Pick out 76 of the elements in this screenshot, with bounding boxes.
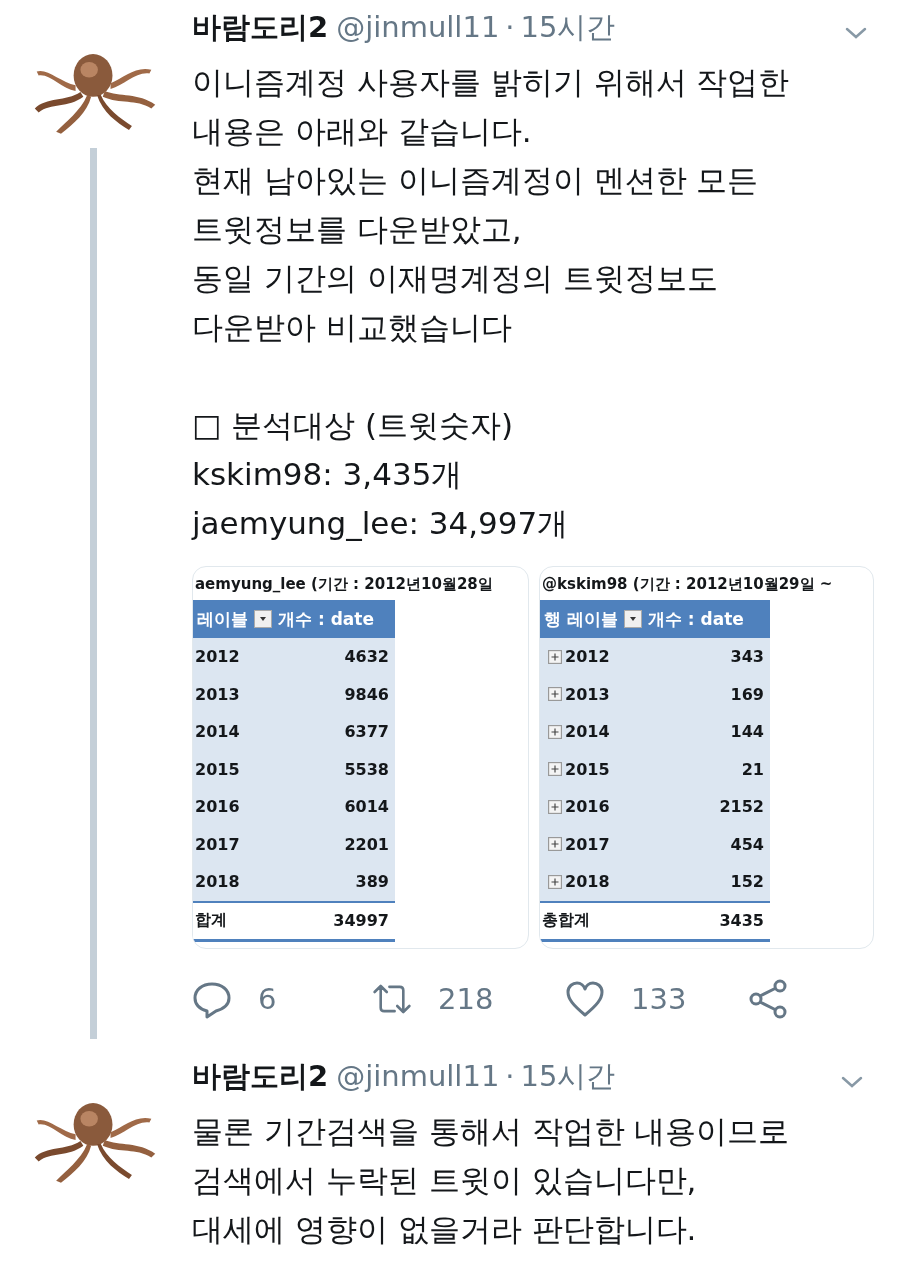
expand-icon[interactable] (548, 837, 562, 852)
tweet-time: 15시간 (520, 1058, 616, 1095)
table-title: aemyung_lee (기간 : 2012년10월28일 (194, 574, 494, 595)
tweet-text: kskim98: 3,435개 (192, 455, 464, 494)
expand-icon[interactable] (548, 724, 562, 739)
table-cell: 5538 (344, 759, 389, 779)
tweet-text: 내용은 아래와 같습니다. (192, 112, 533, 151)
separator-dot: · (505, 10, 515, 44)
tweet-text: 현재 남아있는 이니즘계정이 멘션한 모든 (192, 161, 760, 200)
table-cell: 4632 (344, 647, 389, 667)
image-card[interactable]: @kskim98 (기간 : 2012년10월29일 ~ 행 레이블 개수 : date 2012 343 2013 169 2014 144 2015 21 2016 2152 2017 454 2018 152 총합계 3435 (539, 566, 874, 949)
table-cell: 3435 (719, 911, 764, 930)
heart-icon[interactable] (565, 979, 605, 1019)
table-cell: 9846 (344, 684, 389, 704)
author-name[interactable]: 바람도리2 (192, 8, 329, 48)
expand-icon[interactable] (548, 687, 562, 702)
table-cell: 2014 (565, 722, 610, 742)
table-cell: 2152 (719, 797, 764, 817)
table-cell: 2013 (195, 684, 240, 704)
table-cell: 2018 (565, 872, 610, 892)
table-cell: 2013 (565, 684, 610, 704)
chevron-down-icon[interactable] (844, 26, 868, 40)
tweet-text: □ 분석대상 (트윗숫자) (192, 406, 515, 445)
table-cell: 총합계 (542, 910, 590, 931)
tweet-time: 15시간 (520, 9, 616, 46)
table-cell: 169 (730, 684, 764, 704)
table-cell: 2201 (344, 834, 389, 854)
table-cell: 34997 (333, 911, 389, 930)
table-cell: 21 (741, 759, 764, 779)
table-cell: 2016 (195, 797, 240, 817)
image-card[interactable]: aemyung_lee (기간 : 2012년10월28일 레이블 개수 : date 2012 4632 2013 9846 2014 6377 2015 5538 2016 6014 2017 2201 2018 389 합계 34997 (192, 566, 529, 949)
table-cell: 144 (730, 722, 764, 742)
tweet-text: 다운받아 비교했습니다 (192, 308, 513, 347)
table-cell: 2012 (565, 647, 610, 667)
table-cell: 6377 (344, 722, 389, 742)
table-cell: 2015 (565, 759, 610, 779)
table-cell: 343 (730, 647, 764, 667)
tweet-text: 트윗정보를 다운받았고, (192, 210, 523, 249)
table-cell: 6014 (344, 797, 389, 817)
separator-dot: · (505, 1059, 515, 1093)
chevron-down-icon[interactable] (840, 1075, 864, 1089)
share-icon[interactable] (748, 979, 788, 1019)
table-cell: 2016 (565, 797, 610, 817)
table-cell: 2017 (565, 834, 610, 854)
author-name[interactable]: 바람도리2 (192, 1057, 329, 1097)
expand-icon[interactable] (548, 874, 562, 889)
tweet-text: 대세에 영향이 없을거라 판단합니다. (192, 1210, 698, 1249)
table-cell: 2018 (195, 872, 240, 892)
table-cell: 2012 (195, 647, 240, 667)
column-header: 개수 : date (647, 607, 744, 631)
action-count: 6 (258, 982, 277, 1016)
tweet-text: 이니즘계정 사용자를 밝히기 위해서 작업한 (192, 63, 791, 102)
table-cell: 합계 (195, 910, 227, 931)
table-cell: 152 (730, 872, 764, 892)
tweet-text: 물론 기간검색을 통해서 작업한 내용이므로 (192, 1112, 791, 1151)
expand-icon[interactable] (548, 649, 562, 664)
column-header: 레이블 (197, 607, 248, 631)
expand-icon[interactable] (548, 799, 562, 814)
tweet-text: 검색에서 누락된 트윗이 있습니다만, (192, 1161, 698, 1200)
action-count: 133 (631, 982, 687, 1016)
author-handle[interactable]: @jinmull11 (336, 1059, 500, 1093)
action-count: 218 (438, 982, 494, 1016)
table-cell: 389 (355, 872, 389, 892)
table-title: @kskim98 (기간 : 2012년10월29일 ~ (541, 574, 834, 595)
table-cell: 2014 (195, 722, 240, 742)
column-header: 행 레이블 (544, 607, 618, 631)
tweet-text: 동일 기간의 이재명계정의 트윗정보도 (192, 259, 719, 298)
filter-dropdown-icon[interactable] (254, 610, 272, 628)
filter-dropdown-icon[interactable] (623, 610, 642, 628)
table-cell: 454 (730, 834, 764, 854)
expand-icon[interactable] (548, 762, 562, 777)
table-cell: 2015 (195, 759, 240, 779)
table-cell: 2017 (195, 834, 240, 854)
column-header: 개수 : date (278, 607, 374, 631)
tweet-text: jaemyung_lee: 34,997개 (192, 504, 570, 543)
author-handle[interactable]: @jinmull11 (336, 10, 500, 44)
